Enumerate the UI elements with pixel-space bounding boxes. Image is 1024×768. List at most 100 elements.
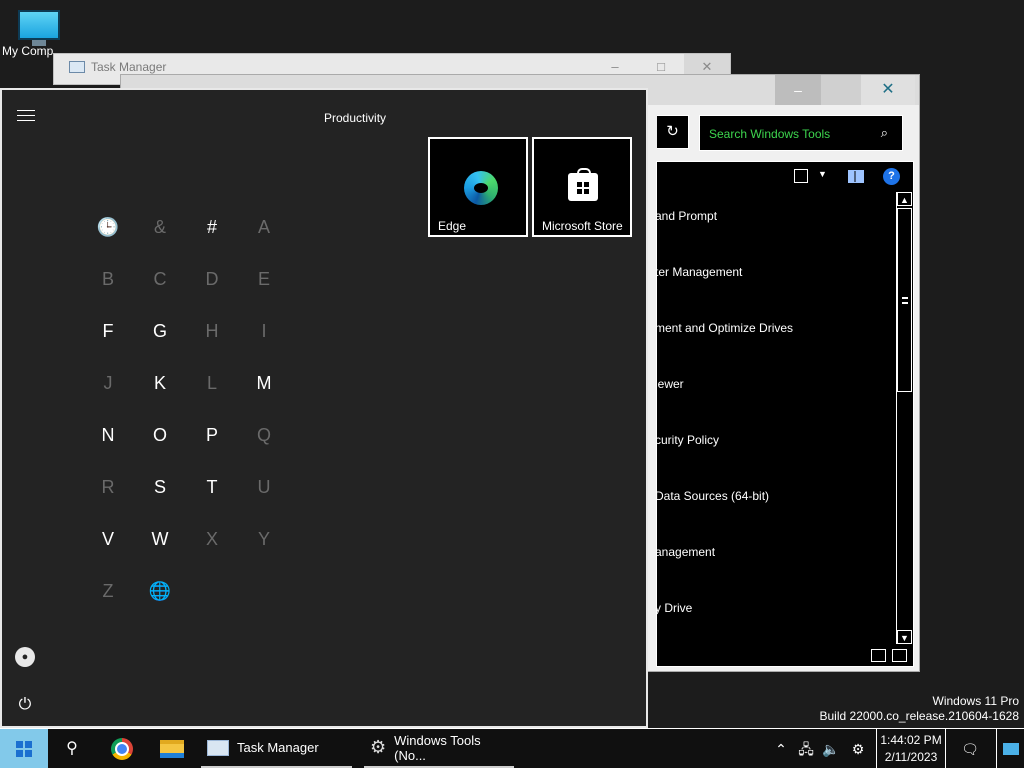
jump-letter-y: Y xyxy=(257,529,270,549)
search-placeholder: Search Windows Tools xyxy=(709,127,831,141)
computer-icon xyxy=(18,10,60,46)
jump-letter-f[interactable]: F xyxy=(94,317,122,345)
jump-letter-c: C xyxy=(153,269,167,289)
jump-letter-g[interactable]: G xyxy=(146,317,174,345)
clock[interactable]: 1:44:02 PM 2/11/2023 xyxy=(876,729,946,768)
maximize-button[interactable] xyxy=(821,75,861,105)
folder-icon xyxy=(160,740,184,758)
jump-letter-b: B xyxy=(101,269,114,289)
details-view-icon[interactable] xyxy=(871,649,886,662)
jump-letter-m[interactable]: M xyxy=(250,369,278,397)
jump-letter-d: D xyxy=(205,269,219,289)
search-icon[interactable]: ⌕ xyxy=(881,125,888,141)
jump-letter-n[interactable]: N xyxy=(94,421,122,449)
task-manager-titlebar: Task Manager xyxy=(69,60,166,74)
recent-clock-icon[interactable]: 🕒 xyxy=(94,213,122,241)
list-item[interactable]: anagement xyxy=(657,545,715,559)
taskbar: ⚲ Task Manager ⚙ Windows Tools (No... ⌃ … xyxy=(0,728,1024,768)
taskbar-app-label: Windows Tools (No... xyxy=(394,732,481,763)
jump-letter-hash[interactable]: # xyxy=(198,213,226,241)
list-item[interactable]: iewer xyxy=(657,377,684,391)
tile-label: Microsoft Store xyxy=(542,219,623,233)
taskbar-app-windows-tools[interactable]: ⚙ Windows Tools (No... xyxy=(364,729,514,768)
globe-icon: 🌐 xyxy=(148,581,172,601)
start-button[interactable] xyxy=(0,729,48,768)
clock-date: 2/11/2023 xyxy=(884,750,938,764)
store-bag-icon xyxy=(568,168,598,201)
network-icon[interactable]: 🖧 xyxy=(795,729,817,768)
jump-letter-p[interactable]: P xyxy=(198,421,226,449)
tools-list-pane: ▼ ? and Prompt ter Management ment and O… xyxy=(656,161,914,667)
task-manager-title: Task Manager xyxy=(91,60,167,74)
jump-letter-j: J xyxy=(103,373,113,393)
jump-letter-o[interactable]: O xyxy=(146,421,174,449)
jump-letter-i: I xyxy=(261,321,267,341)
jump-letter-r: R xyxy=(101,477,115,497)
vertical-scrollbar[interactable]: ▲ ▼ xyxy=(896,192,912,644)
view-toolbar: ▼ ? xyxy=(657,162,913,192)
jump-letter-k[interactable]: K xyxy=(146,369,174,397)
show-desktop-icon xyxy=(1002,743,1019,755)
scroll-down-icon[interactable]: ▼ xyxy=(897,630,912,644)
jump-letter-e: E xyxy=(257,269,270,289)
large-icons-view-icon[interactable] xyxy=(892,649,907,662)
settings-gear-icon[interactable]: ⚙ xyxy=(846,729,870,768)
list-item[interactable]: ment and Optimize Drives xyxy=(657,321,793,335)
show-desktop-button[interactable] xyxy=(996,729,1024,768)
tools-list: and Prompt ter Management ment and Optim… xyxy=(657,192,897,644)
chevron-down-icon[interactable]: ▼ xyxy=(818,169,827,179)
list-item[interactable]: ter Management xyxy=(657,265,742,279)
taskbar-app-task-manager[interactable]: Task Manager xyxy=(201,729,352,768)
notification-center-icon[interactable]: 🗨 xyxy=(955,729,985,768)
jump-letter-h: H xyxy=(205,321,219,341)
edge-icon xyxy=(464,171,498,205)
jump-letter-q: Q xyxy=(256,425,271,445)
clock-time: 1:44:02 PM xyxy=(880,733,942,747)
search-icon: ⚲ xyxy=(66,740,78,757)
preview-pane-icon[interactable] xyxy=(848,170,864,183)
show-hidden-icons-chevron-icon[interactable]: ⌃ xyxy=(770,729,792,768)
edge-tile[interactable]: Edge xyxy=(428,137,528,237)
chrome-icon xyxy=(111,738,133,760)
os-edition: Windows 11 Pro xyxy=(932,694,1019,708)
change-view-icon[interactable] xyxy=(794,169,808,183)
help-icon[interactable]: ? xyxy=(883,168,900,185)
search-input[interactable]: Search Windows Tools ⌕ xyxy=(699,115,903,151)
task-manager-icon xyxy=(207,739,229,756)
view-switcher xyxy=(871,649,907,662)
file-explorer-button[interactable] xyxy=(148,729,196,768)
jump-letter-l: L xyxy=(206,373,217,393)
list-item[interactable]: Data Sources (64-bit) xyxy=(657,489,769,503)
jump-letter-a: A xyxy=(257,217,270,237)
list-item[interactable]: and Prompt xyxy=(657,209,717,223)
jump-letter-x: X xyxy=(205,529,218,549)
jump-letter-v[interactable]: V xyxy=(94,525,122,553)
jump-letter-t[interactable]: T xyxy=(198,473,226,501)
close-button[interactable]: ✕ xyxy=(861,75,915,105)
taskbar-app-label: Task Manager xyxy=(237,740,319,755)
hamburger-menu-icon[interactable] xyxy=(17,110,35,123)
jump-letter-s[interactable]: S xyxy=(146,473,174,501)
os-build: Build 22000.co_release.210604-1628 xyxy=(819,709,1020,723)
jump-letter-w[interactable]: W xyxy=(146,525,174,553)
tile-group-label: Productivity xyxy=(324,111,387,125)
desktop-icon-my-computer[interactable]: My Comp xyxy=(0,8,78,58)
list-item[interactable]: y Drive xyxy=(657,601,692,615)
refresh-button[interactable]: ↻ xyxy=(657,115,689,149)
start-menu: ● ⏻ Productivity Edge Microsoft Store 🕒 &… xyxy=(0,88,648,728)
scroll-up-icon[interactable]: ▲ xyxy=(897,192,912,206)
microsoft-store-tile[interactable]: Microsoft Store xyxy=(532,137,632,237)
volume-icon[interactable]: 🔈 xyxy=(820,729,842,768)
scrollbar-thumb[interactable] xyxy=(897,208,912,392)
chrome-button[interactable] xyxy=(98,729,146,768)
search-button[interactable]: ⚲ xyxy=(48,729,96,768)
tile-label: Edge xyxy=(438,219,467,233)
windows-logo-icon xyxy=(16,741,32,757)
jump-letter-ampersand: & xyxy=(153,217,166,237)
task-manager-icon xyxy=(69,61,85,73)
list-item[interactable]: curity Policy xyxy=(657,433,719,447)
minimize-button[interactable]: – xyxy=(775,75,821,105)
power-icon[interactable]: ⏻ xyxy=(15,695,35,715)
jump-letter-z: Z xyxy=(102,581,114,601)
user-account-icon[interactable]: ● xyxy=(15,647,35,667)
